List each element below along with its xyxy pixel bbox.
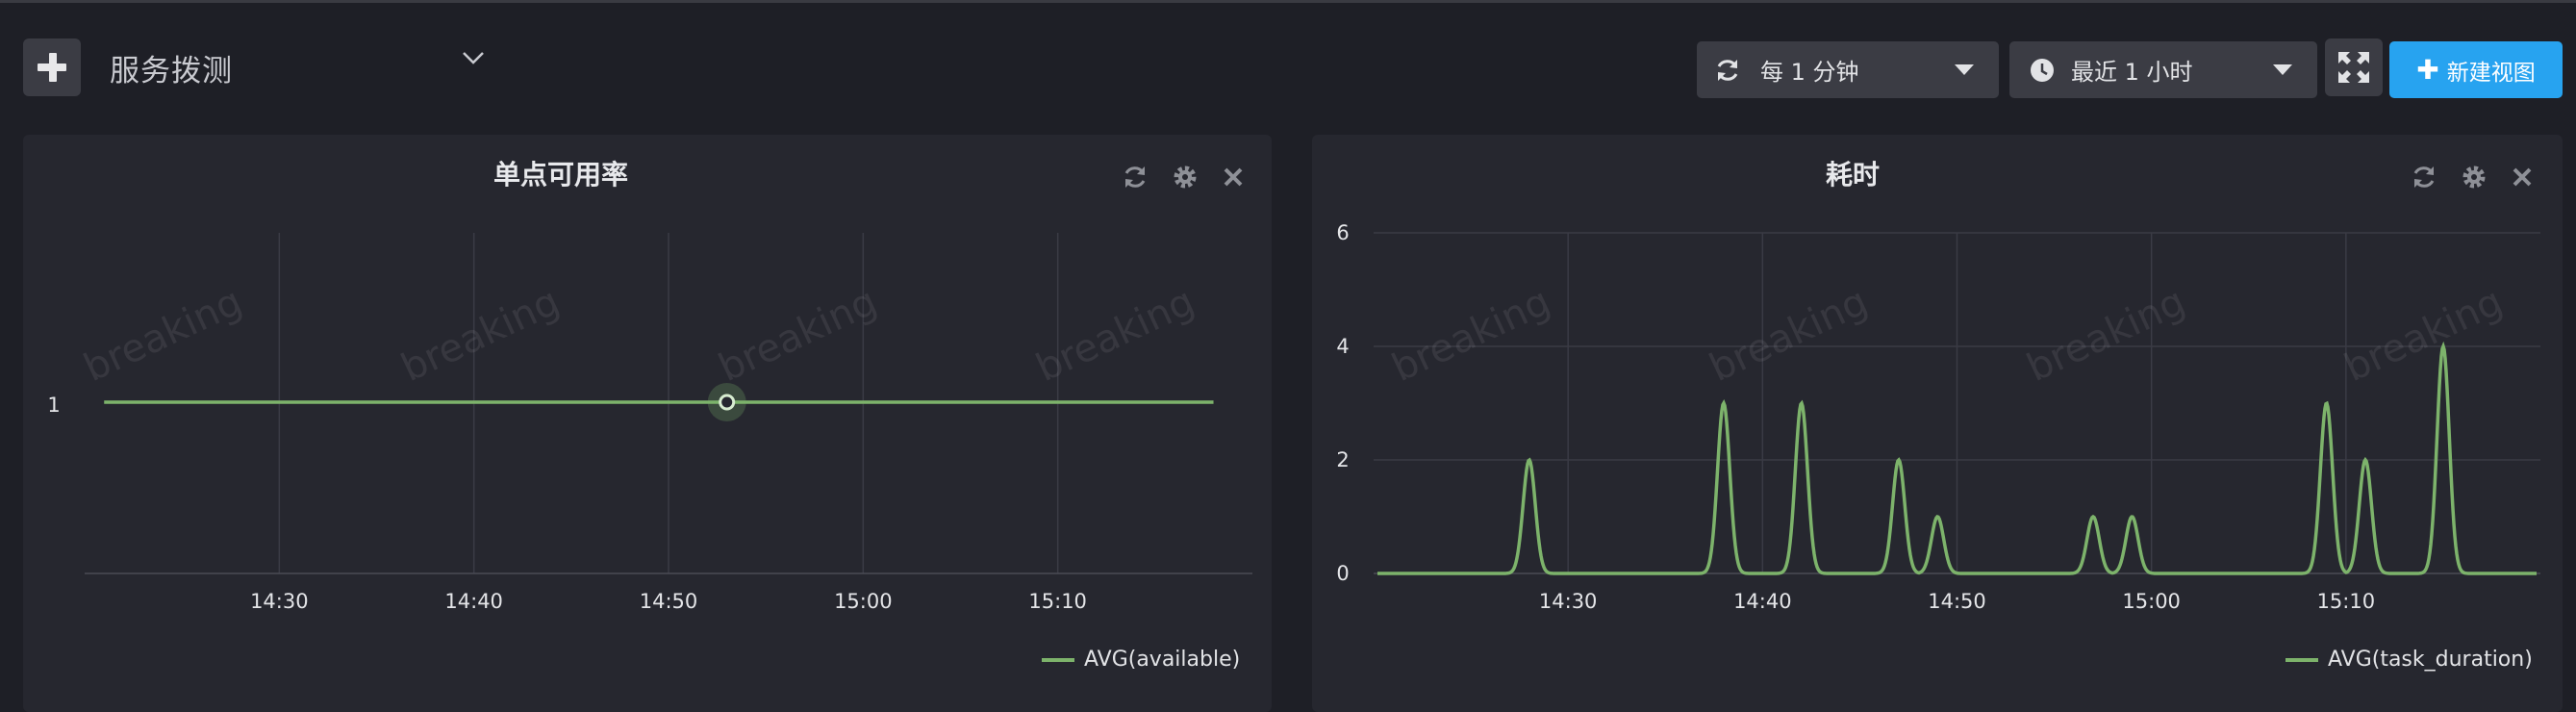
y-tick-label: 1 [47, 394, 60, 417]
watermark: breaking [2337, 279, 2509, 391]
legend-label: AVG(task_duration) [2328, 648, 2533, 672]
x-tick-label: 15:00 [834, 590, 893, 613]
x-tick-label: 15:10 [1028, 590, 1087, 613]
hover-point [719, 394, 736, 411]
watermark: breaking [1385, 279, 1556, 391]
x-tick-label: 14:40 [444, 590, 503, 613]
watermark: breaking [1703, 279, 1874, 391]
legend-swatch [1042, 657, 1074, 662]
legend-item[interactable]: AVG(task_duration) [2286, 648, 2533, 672]
legend-label: AVG(available) [1084, 648, 1241, 672]
x-tick-label: 14:40 [1733, 590, 1792, 613]
x-tick-label: 15:00 [2122, 590, 2181, 613]
y-tick-label: 6 [1336, 221, 1349, 244]
watermark: breaking [77, 279, 248, 391]
watermark: breaking [2020, 279, 2191, 391]
y-tick-label: 2 [1336, 448, 1349, 471]
y-tick-label: 4 [1336, 335, 1349, 358]
watermark: breaking [712, 279, 883, 391]
x-tick-label: 14:50 [1928, 590, 1986, 613]
x-tick-label: 14:50 [640, 590, 698, 613]
charts-canvas: 14:30 14:40 14:50 15:00 15:10 1 breaking breaki… [47, 221, 2540, 613]
x-tick-label: 14:30 [1539, 590, 1598, 613]
x-tick-label: 15:10 [2317, 590, 2376, 613]
y-tick-label: 0 [1336, 562, 1349, 585]
legend-swatch [2286, 657, 2318, 662]
watermark: breaking [394, 279, 566, 391]
x-tick-label: 14:30 [250, 590, 309, 613]
watermark: breaking [1029, 279, 1200, 391]
legend-item[interactable]: AVG(available) [1042, 648, 1240, 672]
